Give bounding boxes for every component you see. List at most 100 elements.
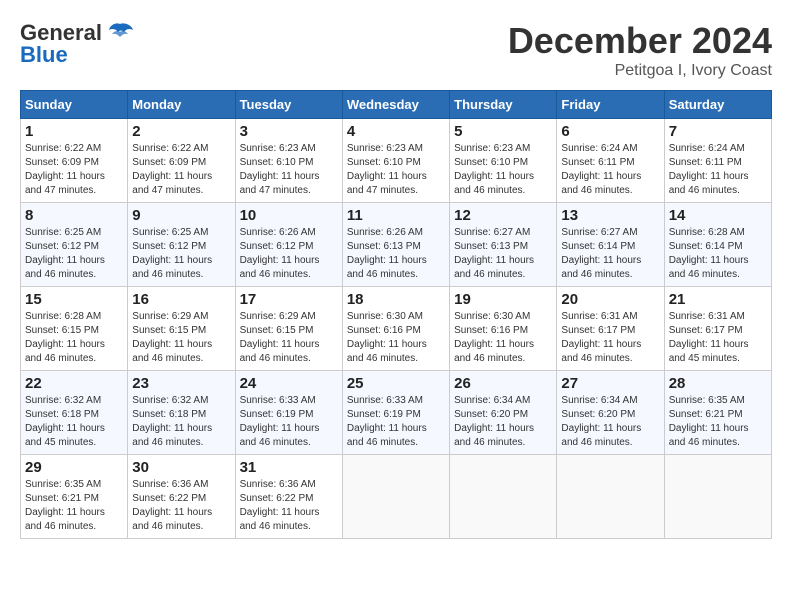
day-number: 3 [240,123,338,140]
day-info: Sunrise: 6:23 AM Sunset: 6:10 PM Dayligh… [454,142,552,198]
day-number: 4 [347,123,445,140]
day-number: 26 [454,375,552,392]
day-info: Sunrise: 6:36 AM Sunset: 6:22 PM Dayligh… [132,478,230,534]
day-info: Sunrise: 6:29 AM Sunset: 6:15 PM Dayligh… [132,310,230,366]
day-info: Sunrise: 6:27 AM Sunset: 6:14 PM Dayligh… [561,226,659,282]
weekday-header-sunday: Sunday [21,91,128,119]
day-info: Sunrise: 6:23 AM Sunset: 6:10 PM Dayligh… [240,142,338,198]
day-number: 11 [347,207,445,224]
day-info: Sunrise: 6:32 AM Sunset: 6:18 PM Dayligh… [132,394,230,450]
day-number: 29 [25,459,123,476]
calendar-cell: 4 Sunrise: 6:23 AM Sunset: 6:10 PM Daylig… [342,119,449,203]
day-info: Sunrise: 6:23 AM Sunset: 6:10 PM Dayligh… [347,142,445,198]
day-number: 14 [669,207,767,224]
day-number: 16 [132,291,230,308]
day-number: 13 [561,207,659,224]
day-info: Sunrise: 6:34 AM Sunset: 6:20 PM Dayligh… [454,394,552,450]
day-number: 25 [347,375,445,392]
calendar-cell: 27Sunrise: 6:34 AM Sunset: 6:20 PM Dayli… [557,371,664,455]
calendar-cell: 29 Sunrise: 6:35 AM Sunset: 6:21 PM Dayli… [21,455,128,539]
calendar-week-4: 22 Sunrise: 6:32 AM Sunset: 6:18 PM Dayli… [21,371,772,455]
calendar-cell: 25 Sunrise: 6:33 AM Sunset: 6:19 PM Dayli… [342,371,449,455]
day-number: 9 [132,207,230,224]
day-number: 31 [240,459,338,476]
day-info: Sunrise: 6:28 AM Sunset: 6:15 PM Dayligh… [25,310,123,366]
calendar-cell: 16 Sunrise: 6:29 AM Sunset: 6:15 PM Dayli… [128,287,235,371]
day-info: Sunrise: 6:26 AM Sunset: 6:12 PM Dayligh… [240,226,338,282]
calendar-cell: 17Sunrise: 6:29 AM Sunset: 6:15 PM Dayli… [235,287,342,371]
day-number: 28 [669,375,767,392]
calendar-cell: 28 Sunrise: 6:35 AM Sunset: 6:21 PM Dayli… [664,371,771,455]
day-number: 23 [132,375,230,392]
calendar-cell: 15 Sunrise: 6:28 AM Sunset: 6:15 PM Dayli… [21,287,128,371]
day-number: 5 [454,123,552,140]
calendar-cell: 18Sunrise: 6:30 AM Sunset: 6:16 PM Dayli… [342,287,449,371]
calendar-cell: 21Sunrise: 6:31 AM Sunset: 6:17 PM Dayli… [664,287,771,371]
calendar-week-2: 8Sunrise: 6:25 AM Sunset: 6:12 PM Daylig… [21,203,772,287]
weekday-header-monday: Monday [128,91,235,119]
weekday-header-wednesday: Wednesday [342,91,449,119]
title-block: December 2024 Petitgoa I, Ivory Coast [508,20,772,80]
day-number: 12 [454,207,552,224]
calendar-cell: 8Sunrise: 6:25 AM Sunset: 6:12 PM Daylig… [21,203,128,287]
calendar-cell: 22 Sunrise: 6:32 AM Sunset: 6:18 PM Dayli… [21,371,128,455]
calendar-cell: 10 Sunrise: 6:26 AM Sunset: 6:12 PM Dayli… [235,203,342,287]
calendar-cell: 9Sunrise: 6:25 AM Sunset: 6:12 PM Daylig… [128,203,235,287]
day-number: 18 [347,291,445,308]
calendar-cell: 1Sunrise: 6:22 AM Sunset: 6:09 PM Daylig… [21,119,128,203]
calendar-week-1: 1Sunrise: 6:22 AM Sunset: 6:09 PM Daylig… [21,119,772,203]
day-number: 7 [669,123,767,140]
calendar-cell: 5 Sunrise: 6:23 AM Sunset: 6:10 PM Daylig… [450,119,557,203]
day-info: Sunrise: 6:33 AM Sunset: 6:19 PM Dayligh… [347,394,445,450]
day-number: 30 [132,459,230,476]
day-info: Sunrise: 6:34 AM Sunset: 6:20 PM Dayligh… [561,394,659,450]
day-number: 22 [25,375,123,392]
calendar-cell: 19Sunrise: 6:30 AM Sunset: 6:16 PM Dayli… [450,287,557,371]
calendar-cell: 30 Sunrise: 6:36 AM Sunset: 6:22 PM Dayli… [128,455,235,539]
day-number: 6 [561,123,659,140]
day-number: 15 [25,291,123,308]
day-info: Sunrise: 6:36 AM Sunset: 6:22 PM Dayligh… [240,478,338,534]
calendar-week-3: 15 Sunrise: 6:28 AM Sunset: 6:15 PM Dayli… [21,287,772,371]
logo-blue-text: Blue [20,42,68,68]
day-info: Sunrise: 6:28 AM Sunset: 6:14 PM Dayligh… [669,226,767,282]
calendar-cell [342,455,449,539]
day-info: Sunrise: 6:26 AM Sunset: 6:13 PM Dayligh… [347,226,445,282]
calendar-cell [557,455,664,539]
day-number: 20 [561,291,659,308]
day-info: Sunrise: 6:31 AM Sunset: 6:17 PM Dayligh… [561,310,659,366]
calendar-table: SundayMondayTuesdayWednesdayThursdayFrid… [20,90,772,539]
month-title: December 2024 [508,20,772,62]
calendar-cell: 13 Sunrise: 6:27 AM Sunset: 6:14 PM Dayli… [557,203,664,287]
logo: General Blue [20,20,134,68]
weekday-header-row: SundayMondayTuesdayWednesdayThursdayFrid… [21,91,772,119]
weekday-header-friday: Friday [557,91,664,119]
weekday-header-tuesday: Tuesday [235,91,342,119]
page-header: General Blue December 2024 Petitgoa I, I… [20,20,772,80]
day-info: Sunrise: 6:33 AM Sunset: 6:19 PM Dayligh… [240,394,338,450]
day-number: 17 [240,291,338,308]
location-subtitle: Petitgoa I, Ivory Coast [508,62,772,80]
calendar-cell: 2 Sunrise: 6:22 AM Sunset: 6:09 PM Daylig… [128,119,235,203]
day-info: Sunrise: 6:22 AM Sunset: 6:09 PM Dayligh… [132,142,230,198]
logo-bird-icon [106,22,134,44]
day-info: Sunrise: 6:25 AM Sunset: 6:12 PM Dayligh… [25,226,123,282]
day-number: 10 [240,207,338,224]
calendar-cell [664,455,771,539]
day-info: Sunrise: 6:35 AM Sunset: 6:21 PM Dayligh… [25,478,123,534]
day-number: 2 [132,123,230,140]
calendar-cell: 31 Sunrise: 6:36 AM Sunset: 6:22 PM Dayli… [235,455,342,539]
day-info: Sunrise: 6:24 AM Sunset: 6:11 PM Dayligh… [561,142,659,198]
day-info: Sunrise: 6:32 AM Sunset: 6:18 PM Dayligh… [25,394,123,450]
calendar-cell [450,455,557,539]
day-info: Sunrise: 6:35 AM Sunset: 6:21 PM Dayligh… [669,394,767,450]
calendar-cell: 23 Sunrise: 6:32 AM Sunset: 6:18 PM Dayli… [128,371,235,455]
calendar-cell: 12Sunrise: 6:27 AM Sunset: 6:13 PM Dayli… [450,203,557,287]
calendar-cell: 11 Sunrise: 6:26 AM Sunset: 6:13 PM Dayli… [342,203,449,287]
day-info: Sunrise: 6:31 AM Sunset: 6:17 PM Dayligh… [669,310,767,366]
calendar-cell: 14 Sunrise: 6:28 AM Sunset: 6:14 PM Dayli… [664,203,771,287]
day-info: Sunrise: 6:30 AM Sunset: 6:16 PM Dayligh… [454,310,552,366]
day-info: Sunrise: 6:24 AM Sunset: 6:11 PM Dayligh… [669,142,767,198]
day-number: 24 [240,375,338,392]
day-info: Sunrise: 6:22 AM Sunset: 6:09 PM Dayligh… [25,142,123,198]
